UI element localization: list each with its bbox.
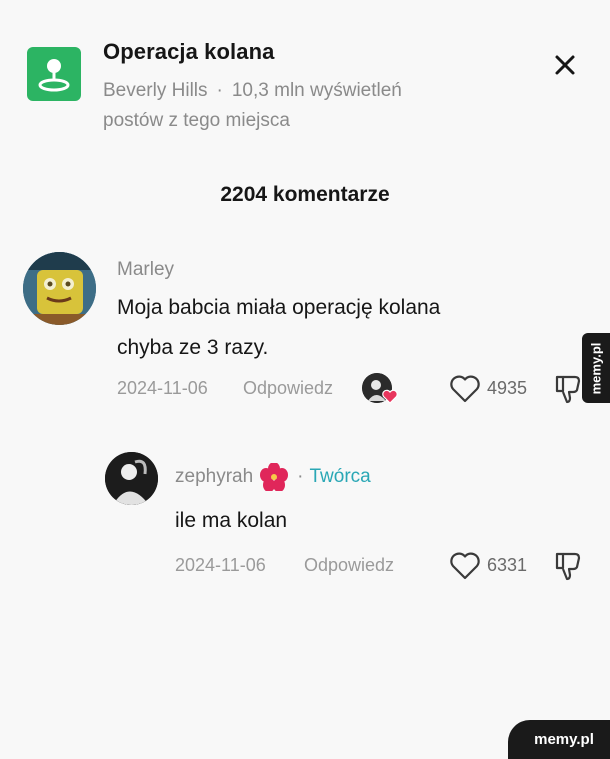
comments-count: 2204 komentarze <box>220 183 390 206</box>
location-views-caption: postów z tego miejsca <box>103 110 290 131</box>
avatar[interactable] <box>105 452 158 505</box>
watermark-corner: memy.pl <box>508 720 610 759</box>
dislike-icon <box>555 375 581 404</box>
reply-text: ile ma kolan <box>175 509 288 532</box>
hibiscus-emoji-icon <box>260 463 289 491</box>
separator: · <box>216 80 223 101</box>
close-button[interactable] <box>551 51 579 79</box>
location-views: 10,3 mln wyświetleń <box>231 80 402 101</box>
reply-button[interactable]: Odpowiedz <box>243 378 333 399</box>
comment-text-line: Moja babcia miała operację kolana <box>117 296 441 319</box>
dislike-button[interactable] <box>553 550 583 582</box>
comment-username[interactable]: Marley <box>117 259 174 281</box>
heart-icon <box>450 552 480 580</box>
reply-button[interactable]: Odpowiedz <box>304 555 394 576</box>
heart-badge-icon <box>382 389 398 404</box>
reply-username[interactable]: zephyrah <box>175 466 253 488</box>
reply-username-row: zephyrah · Twórca <box>175 463 371 491</box>
location-place: Beverly Hills <box>103 80 208 101</box>
creator-liked-avatar <box>362 373 398 404</box>
reply-date: 2024-11-06 <box>175 555 266 575</box>
heart-icon <box>450 375 480 403</box>
watermark-text: memy.pl <box>588 342 604 394</box>
comment-date: 2024-11-06 <box>117 378 208 398</box>
creator-badge: Twórca <box>309 466 371 487</box>
location-title: Operacja kolana <box>103 39 275 64</box>
like-button[interactable] <box>449 374 481 404</box>
like-count: 6331 <box>487 555 528 575</box>
watermark-side: memy.pl <box>582 333 610 403</box>
close-icon <box>555 55 575 75</box>
location-pin-icon <box>27 47 81 101</box>
avatar[interactable] <box>23 252 96 325</box>
dislike-button[interactable] <box>553 373 583 405</box>
location-subtitle: Beverly Hills · 10,3 mln wyświetleń postów… <box>103 76 503 136</box>
separator: · <box>297 466 304 487</box>
like-count: 4935 <box>487 378 528 398</box>
comment-text: Moja babcia miała operację kolana chyba … <box>117 288 557 368</box>
comment-text-line: chyba ze 3 razy. <box>117 336 269 359</box>
like-button[interactable] <box>449 551 481 581</box>
dislike-icon <box>555 552 581 581</box>
